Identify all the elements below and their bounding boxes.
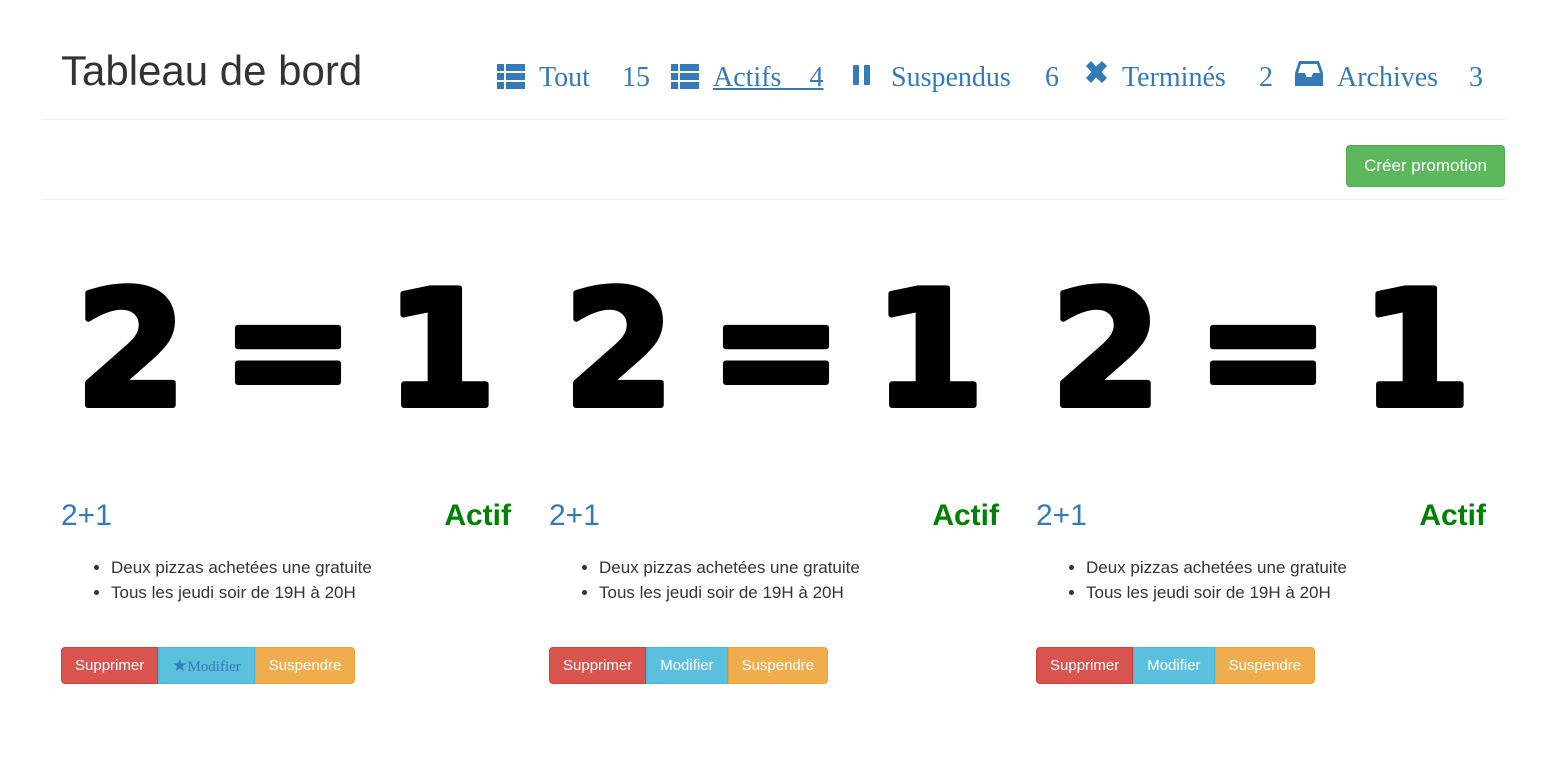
promotion-details: Deux pizzas achetées une gratuite Tous l… [1086,555,1347,605]
filter-archived-count: 3 [1469,62,1483,93]
filter-active-count: 4 [809,62,824,93]
promotion-details: Deux pizzas achetées une gratuite Tous l… [111,555,372,605]
delete-button[interactable]: Supprimer [549,647,647,684]
filter-finished-count: 2 [1259,62,1273,93]
filter-all-label: Tout [539,62,590,93]
edit-button[interactable]: Modifier [646,647,728,684]
create-promotion-button[interactable]: Créer promotion [1346,145,1505,187]
list-item: Deux pizzas achetées une gratuite [599,555,860,580]
edit-button[interactable]: Modifier [1133,647,1215,684]
filter-suspended-label: Suspendus [891,62,1011,93]
promotion-image-right: 1 [873,256,984,443]
header-divider [42,119,1505,120]
list-item: Tous les jeudi soir de 19H à 20H [599,580,860,605]
promotion-image-left: 2 [1050,256,1161,443]
filter-all-count: 15 [622,62,650,93]
toolbar-divider [42,199,1505,200]
pause-icon [853,65,870,85]
card-actions: Supprimer Modifier Suspendre [1036,647,1316,684]
status-badge: Actif [1419,499,1486,532]
promotion-card: 2 = 1 2+1 Actif Deux pizzas achetées une… [1036,255,1511,695]
edit-button[interactable]: ★Modifier [158,647,255,684]
promotion-image-left: 2 [563,256,674,443]
list-item: Tous les jeudi soir de 19H à 20H [1086,580,1347,605]
promotion-card: 2 = 1 2+1 Actif Deux pizzas achetées une… [549,255,1024,695]
promotion-image-right: 1 [385,256,496,443]
list-item: Tous les jeudi soir de 19H à 20H [111,580,372,605]
status-badge: Actif [932,499,999,532]
promotion-image-middle: = [1196,256,1330,443]
suspend-button[interactable]: Suspendre [727,647,829,684]
delete-button[interactable]: Supprimer [1036,647,1134,684]
promotion-image-middle: = [709,256,843,443]
list-icon [497,64,525,89]
close-icon [1086,61,1107,83]
suspend-button[interactable]: Suspendre [1214,647,1316,684]
page-title: Tableau de bord [61,47,363,94]
promotion-code: 2+1 [1036,499,1087,532]
promotion-code: 2+1 [549,499,600,532]
promotion-image-right: 1 [1360,256,1471,443]
list-item: Deux pizzas achetées une gratuite [111,555,372,580]
promotion-image: 2 = 1 [560,255,987,446]
promotion-image: 2 = 1 [1047,255,1474,446]
promotion-image-middle: = [221,256,355,443]
star-icon: ★ [172,656,188,675]
filter-suspended-count: 6 [1045,62,1059,93]
filter-archived-label: Archives [1337,62,1439,93]
inbox-icon [1295,61,1323,86]
promotion-details: Deux pizzas achetées une gratuite Tous l… [599,555,860,605]
card-actions: Supprimer ★Modifier Suspendre [61,647,356,684]
suspend-button[interactable]: Suspendre [254,647,356,684]
promotion-image: 2 = 1 [72,255,499,446]
filter-active-label: Actifs 4 [713,62,824,93]
promotion-image-left: 2 [75,256,186,443]
list-item: Deux pizzas achetées une gratuite [1086,555,1347,580]
delete-button[interactable]: Supprimer [61,647,159,684]
list-icon [671,64,699,89]
promotion-card: 2 = 1 2+1 Actif Deux pizzas achetées une… [61,255,536,695]
card-actions: Supprimer Modifier Suspendre [549,647,829,684]
status-badge: Actif [444,499,511,532]
filter-finished-label: Terminés [1122,62,1226,93]
promotion-code: 2+1 [61,499,112,532]
